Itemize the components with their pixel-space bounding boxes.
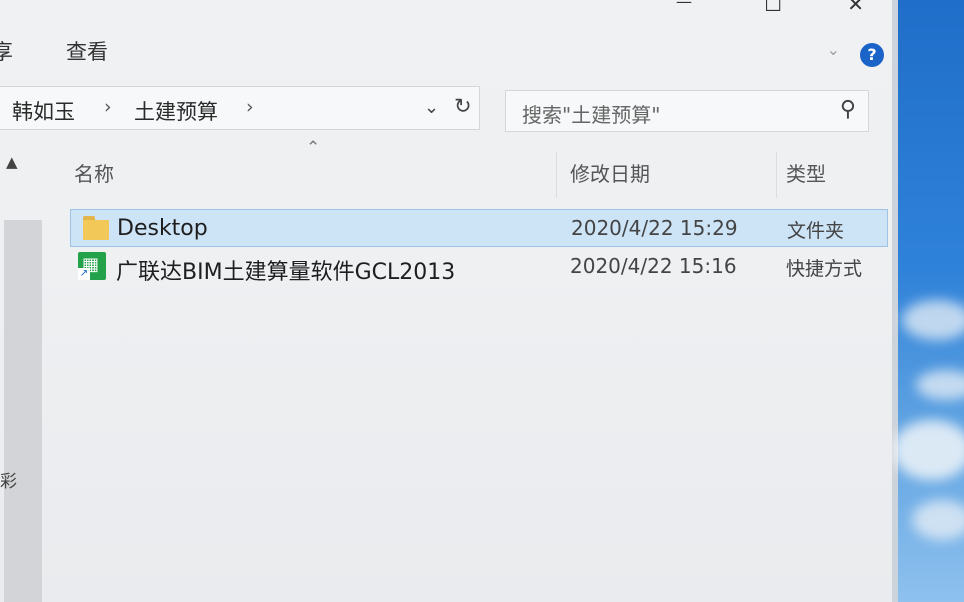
refresh-icon[interactable]: ↻ (454, 94, 472, 118)
folder-icon (83, 216, 109, 240)
file-modified: 2020/4/22 15:29 (571, 216, 738, 240)
search-box[interactable]: 搜索"土建预算" ⚲ (505, 90, 869, 132)
breadcrumb-folder[interactable]: 土建预算 (134, 96, 218, 126)
breadcrumb-user[interactable]: 韩如玉 (12, 96, 75, 126)
ribbon-expand-chevron-icon[interactable]: ⌄ (827, 40, 840, 59)
file-row-desktop[interactable]: Desktop 2020/4/22 15:29 文件夹 (70, 209, 888, 247)
minimize-button[interactable]: — (676, 0, 692, 12)
file-modified: 2020/4/22 15:16 (570, 254, 737, 278)
column-header-type[interactable]: 类型 (786, 158, 826, 187)
address-history-chevron-icon[interactable]: ⌄ (424, 97, 439, 118)
ribbon-tabs: 享 查看 ⌄ ? (0, 28, 892, 72)
file-type: 快捷方式 (786, 258, 863, 280)
search-icon[interactable]: ⚲ (840, 97, 856, 122)
file-explorer-window: — ☐ ✕ 享 查看 ⌄ ? 韩如玉 › 土建预算 › ⌄ ↻ 搜索"土建预算"… (0, 0, 892, 602)
shortcut-app-icon: ▦ ↗ (78, 252, 106, 280)
column-divider[interactable] (776, 152, 777, 198)
column-divider[interactable] (556, 152, 557, 198)
tab-share[interactable]: 享 (0, 36, 13, 66)
column-header-modified[interactable]: 修改日期 (570, 158, 650, 187)
desktop-wallpaper (892, 0, 964, 602)
close-button[interactable]: ✕ (847, 0, 864, 14)
breadcrumb-separator-icon[interactable]: › (104, 96, 112, 118)
file-type: 文件夹 (787, 220, 845, 242)
maximize-button[interactable]: ☐ (764, 0, 782, 14)
nav-item-label[interactable]: 彩 (0, 467, 17, 492)
search-input[interactable]: 搜索"土建预算" (522, 99, 660, 128)
file-row-gcl2013-shortcut[interactable]: ▦ ↗ 广联达BIM土建算量软件GCL2013 2020/4/22 15:16 … (70, 248, 888, 286)
file-name: 广联达BIM土建算量软件GCL2013 (116, 260, 456, 285)
sort-ascending-icon: ⌃ (306, 138, 321, 158)
navigation-pane: ▲ 彩 (0, 145, 46, 602)
file-name: Desktop (117, 216, 208, 241)
help-icon[interactable]: ? (860, 43, 884, 67)
tab-view[interactable]: 查看 (66, 36, 108, 66)
column-header-name[interactable]: 名称 (74, 158, 114, 187)
breadcrumb-separator-icon[interactable]: › (246, 96, 254, 118)
nav-scrollbar[interactable] (4, 220, 42, 602)
scroll-up-icon[interactable]: ▲ (6, 153, 18, 171)
address-bar[interactable]: 韩如玉 › 土建预算 › ⌄ ↻ (0, 86, 480, 130)
